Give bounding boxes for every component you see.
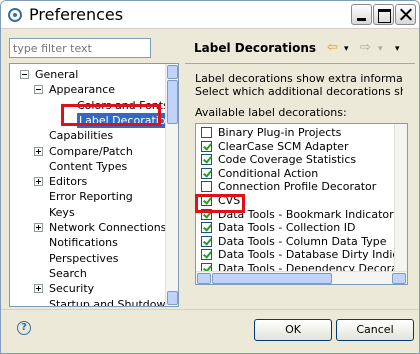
back-icon[interactable]: ⇦ bbox=[327, 40, 338, 55]
tree-item[interactable]: Content Types bbox=[10, 159, 166, 174]
unchecked-checkbox[interactable] bbox=[201, 127, 212, 138]
checked-checkbox[interactable] bbox=[201, 249, 212, 261]
tree-item-label: Startup and Shutdown bbox=[49, 297, 173, 307]
description-line-2: Select which additional decorations shou… bbox=[195, 85, 403, 98]
scroll-right-arrow[interactable] bbox=[392, 273, 406, 284]
expand-icon[interactable] bbox=[34, 146, 43, 156]
tree-item-label: Security bbox=[49, 282, 95, 296]
cvs-highlight bbox=[195, 194, 245, 213]
list-item[interactable]: Data Tools - Column Data Type bbox=[196, 234, 394, 249]
list-header: Available label decorations: bbox=[195, 106, 347, 119]
button-bar-divider bbox=[1, 309, 419, 310]
page-title: Label Decorations bbox=[194, 41, 317, 55]
tree-item-label: General bbox=[35, 68, 79, 81]
scroll-up-arrow[interactable] bbox=[167, 65, 178, 79]
ok-button[interactable]: OK bbox=[254, 319, 332, 341]
tree-item-label: Notifications bbox=[49, 236, 118, 250]
maximize-button[interactable] bbox=[373, 4, 394, 25]
checked-checkbox[interactable] bbox=[201, 140, 212, 152]
tree-item[interactable]: Error Reporting bbox=[10, 189, 166, 204]
list-item[interactable]: Data Tools - Database Dirty Indicator bbox=[196, 247, 407, 262]
preference-tree[interactable]: Startup and Shutdown Security Search Perspe… bbox=[9, 63, 179, 307]
list-horizontal-scrollbar[interactable] bbox=[196, 271, 407, 284]
tree-item-label: Appearance bbox=[49, 83, 116, 97]
tree-item[interactable]: Network Connections bbox=[10, 220, 166, 235]
tree-item[interactable]: Search bbox=[10, 266, 166, 281]
tree-item[interactable]: Notifications bbox=[10, 235, 166, 250]
tree-item[interactable]: Perspectives bbox=[10, 251, 166, 266]
list-vertical-scrollbar[interactable] bbox=[394, 124, 407, 273]
header-divider bbox=[185, 63, 415, 64]
tree-item-label: Capabilities bbox=[49, 129, 114, 143]
expand-icon[interactable] bbox=[34, 223, 43, 232]
help-icon[interactable]: ? bbox=[17, 321, 31, 335]
expand-icon[interactable] bbox=[34, 177, 43, 187]
list-item-label: Data Tools - Column Data Type bbox=[218, 234, 387, 248]
tree-item-label: Search bbox=[49, 266, 87, 280]
checked-checkbox[interactable] bbox=[201, 235, 212, 247]
scroll-thumb[interactable] bbox=[167, 80, 178, 124]
tree-item[interactable]: Appearance bbox=[10, 82, 166, 97]
checked-checkbox[interactable] bbox=[201, 167, 212, 179]
collapse-icon[interactable] bbox=[20, 70, 29, 79]
cancel-button[interactable]: Cancel bbox=[336, 319, 414, 341]
list-item-label: Data Tools - Collection ID bbox=[218, 221, 356, 235]
tree-item[interactable]: Security bbox=[10, 281, 166, 296]
tree-item[interactable]: Capabilities bbox=[10, 128, 166, 143]
filter-input[interactable] bbox=[9, 38, 151, 58]
list-item[interactable]: Conditional Action bbox=[196, 166, 394, 181]
tree-item[interactable]: General bbox=[10, 67, 166, 82]
list-item[interactable]: Connection Profile Decorator bbox=[196, 179, 394, 194]
title-bar[interactable]: Preferences bbox=[1, 1, 419, 29]
tree-item-label: Content Types bbox=[49, 159, 128, 173]
list-item[interactable]: Code Coverage Statistics bbox=[196, 152, 394, 167]
scroll-down-arrow[interactable] bbox=[167, 291, 178, 305]
tree-item-label: Editors bbox=[49, 175, 88, 189]
tree-item-label: Compare/Patch bbox=[49, 144, 133, 158]
collapse-icon[interactable] bbox=[34, 85, 43, 95]
tree-item[interactable]: Editors bbox=[10, 174, 166, 189]
list-item[interactable]: Binary Plug-in Projects bbox=[196, 125, 394, 140]
unchecked-checkbox[interactable] bbox=[201, 181, 212, 193]
description-line-1: Label decorations show extra information… bbox=[195, 72, 403, 85]
forward-menu-icon[interactable]: ▾ bbox=[378, 44, 383, 54]
forward-icon[interactable]: ⇨ bbox=[360, 40, 371, 55]
app-icon bbox=[8, 8, 22, 22]
tree-item[interactable]: Compare/Patch bbox=[10, 144, 166, 159]
scroll-left-arrow[interactable] bbox=[197, 273, 211, 284]
list-item[interactable]: ClearCase SCM Adapter bbox=[196, 139, 394, 154]
tree-scrollbar[interactable] bbox=[165, 64, 178, 306]
back-menu-icon[interactable]: ▾ bbox=[344, 44, 349, 54]
close-button[interactable] bbox=[395, 4, 416, 25]
tree-item-label: Keys bbox=[49, 205, 75, 219]
list-item-label: Code Coverage Statistics bbox=[218, 153, 357, 167]
list-item[interactable]: Data Tools - Collection ID bbox=[196, 220, 394, 235]
checked-checkbox[interactable] bbox=[201, 154, 212, 166]
minimize-button[interactable] bbox=[351, 4, 372, 25]
tree-item-label: Error Reporting bbox=[49, 190, 133, 204]
view-menu-icon[interactable]: ▾ bbox=[395, 44, 400, 54]
list-item-label: Connection Profile Decorator bbox=[218, 180, 377, 194]
tree-item[interactable]: Keys bbox=[10, 205, 166, 220]
checked-checkbox[interactable] bbox=[201, 222, 212, 234]
list-item-label: Binary Plug-in Projects bbox=[218, 126, 342, 139]
list-item-label: Conditional Action bbox=[218, 166, 319, 180]
tree-item[interactable]: Startup and Shutdown bbox=[10, 297, 172, 307]
window-title: Preferences bbox=[29, 5, 124, 24]
tree-item-label: Perspectives bbox=[49, 251, 119, 265]
preferences-window: Preferences Startup and ShutdownSecurity… bbox=[0, 0, 420, 354]
label-decorations-highlight bbox=[61, 104, 161, 126]
expand-icon[interactable] bbox=[34, 284, 43, 294]
list-item-label: ClearCase SCM Adapter bbox=[218, 139, 349, 153]
horizontal-scroll-thumb[interactable] bbox=[212, 273, 332, 284]
tree-item-label: Network Connections bbox=[49, 221, 167, 234]
list-item-label: Data Tools - Database Dirty Indicator bbox=[218, 248, 408, 262]
